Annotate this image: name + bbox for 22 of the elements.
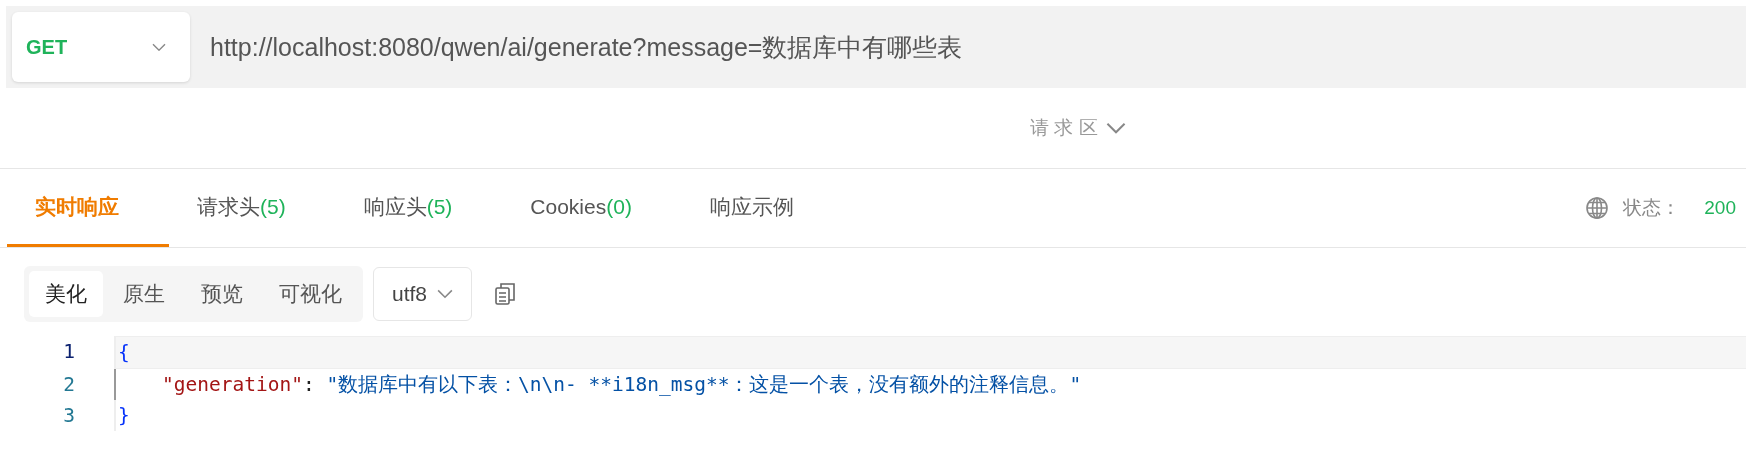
view-mode-tab[interactable]: 预览 bbox=[185, 271, 259, 317]
status-label: 状态： bbox=[1623, 196, 1681, 220]
line-number: 1 bbox=[62, 339, 76, 365]
response-tab[interactable]: 请求头(5) bbox=[169, 169, 336, 247]
code-line: } bbox=[114, 400, 1746, 431]
url-field[interactable]: http://localhost:8080/qwen/ai/generate?message=数据库中有哪些表 bbox=[210, 30, 963, 64]
code-line: "generation": "数据库中有以下表：\n\n- **i18n_msg**：这是一个表，没有额外的注释信息。" bbox=[114, 369, 1746, 400]
response-tab[interactable]: 响应头(5) bbox=[335, 169, 503, 247]
line-number: 3 bbox=[62, 403, 76, 429]
view-mode-tab[interactable]: 原生 bbox=[107, 271, 181, 317]
view-mode-tab[interactable]: 美化 bbox=[29, 271, 103, 317]
globe-icon bbox=[1585, 196, 1610, 220]
caret-icon bbox=[152, 42, 166, 52]
response-tab[interactable]: 响应示例 bbox=[681, 169, 844, 247]
line-number: 2 bbox=[62, 372, 76, 398]
caret-icon bbox=[437, 289, 454, 299]
status-code: 200 bbox=[1703, 197, 1737, 219]
response-tab[interactable]: Cookies(0) bbox=[502, 169, 682, 247]
view-mode-tab[interactable]: 可视化 bbox=[263, 271, 358, 317]
chevron-icon bbox=[1105, 122, 1126, 134]
encoding-select[interactable]: utf8 bbox=[373, 267, 473, 321]
copy-icon bbox=[494, 282, 517, 306]
